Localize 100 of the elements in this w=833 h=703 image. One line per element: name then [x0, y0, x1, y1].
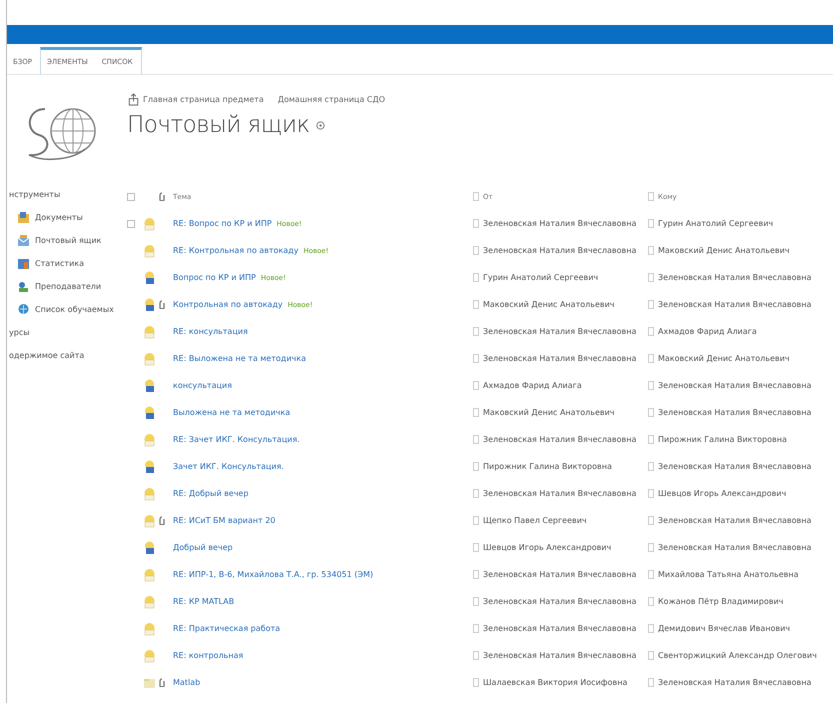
presence-icon	[473, 192, 479, 201]
person-name[interactable]: Зеленовская Наталия Вячеславовна	[658, 273, 812, 282]
message-link[interactable]: Matlab	[173, 678, 200, 687]
presence-icon	[648, 327, 654, 336]
nav-link[interactable]: Документы	[35, 213, 83, 222]
presence-icon	[473, 516, 479, 525]
person-name[interactable]: Зеленовская Наталия Вячеславовна	[658, 516, 812, 525]
presence-icon	[473, 273, 479, 282]
person-name[interactable]: Зеленовская Наталия Вячеславовна	[483, 354, 636, 363]
presence-icon	[648, 597, 654, 606]
nav-heading[interactable]: одержимое сайта	[9, 351, 84, 360]
upload-icon	[127, 93, 140, 106]
message-link[interactable]: RE: КР MATLAB	[173, 597, 234, 606]
person-name[interactable]: Зеленовская Наталия Вячеславовна	[483, 246, 636, 255]
presence-icon	[648, 624, 654, 633]
message-link[interactable]: RE: ИСиТ БМ вариант 20	[173, 516, 276, 525]
person-name[interactable]: Шевцов Игорь Александрович	[483, 543, 612, 552]
nav-link[interactable]: Статистика	[35, 259, 84, 268]
presence-icon	[473, 327, 479, 336]
person-name[interactable]: Шевцов Игорь Александрович	[658, 489, 786, 498]
paperclip-icon	[159, 192, 165, 201]
row-checkbox[interactable]	[127, 220, 135, 228]
message-link[interactable]: RE: Зачет ИКГ. Консультация.	[173, 435, 300, 444]
page-title: Почтовый ящик	[127, 112, 310, 138]
message-link[interactable]: RE: контрольная	[173, 651, 244, 660]
message-link[interactable]: RE: Вопрос по КР и ИПР	[173, 219, 272, 228]
select-all-checkbox[interactable]	[127, 192, 135, 200]
presence-icon	[648, 462, 654, 471]
person-name[interactable]: Зеленовская Наталия Вячеславовна	[483, 651, 636, 660]
message-link[interactable]: RE: Практическая работа	[173, 624, 280, 633]
person-name[interactable]: Зеленовская Наталия Вячеславовна	[483, 597, 636, 606]
nav-link[interactable]: Почтовый ящик	[35, 236, 102, 245]
person-name[interactable]: Зеленовская Наталия Вячеславовна	[483, 489, 636, 498]
message-link[interactable]: Выложена не та методичка	[173, 408, 290, 417]
person-name[interactable]: Демидович Вячеслав Иванович	[658, 624, 790, 633]
person-name[interactable]: Зеленовская Наталия Вячеславовна	[483, 435, 636, 444]
person-name[interactable]: Маковский Денис Анатольевич	[483, 300, 615, 309]
person-name[interactable]: Зеленовская Наталия Вячеславовна	[658, 300, 812, 309]
message-link[interactable]: RE: Контрольная по автокаду	[173, 246, 298, 255]
presence-icon	[473, 462, 479, 471]
nav-link[interactable]: Список обучаемых	[35, 305, 114, 314]
person-name[interactable]: Пирожник Галина Викторовна	[483, 462, 612, 471]
message-link[interactable]: RE: ИПР-1, В-6, Михайлова Т.А., гр. 534051 (ЭМ)	[173, 570, 374, 579]
presence-icon	[473, 624, 479, 633]
person-name[interactable]: Гурин Анатолий Сергеевич	[483, 273, 598, 282]
breadcrumb-link[interactable]: Домашняя страница СДО	[278, 95, 386, 104]
person-name[interactable]: Ахмадов Фарид Алиага	[483, 381, 582, 390]
message-link[interactable]: консультация	[173, 381, 232, 390]
nav-link[interactable]: Преподаватели	[35, 282, 102, 291]
presence-icon	[648, 678, 654, 687]
presence-icon	[473, 354, 479, 363]
presence-icon	[648, 381, 654, 390]
message-link[interactable]: RE: Добрый вечер	[173, 489, 248, 498]
nav-heading[interactable]: урсы	[9, 328, 30, 337]
message-link[interactable]: RE: Выложена не та методичка	[173, 354, 306, 363]
message-link[interactable]: Контрольная по автокаду	[173, 300, 283, 309]
person-name[interactable]: Зеленовская Наталия Вячеславовна	[658, 543, 812, 552]
person-name[interactable]: Щепко Павел Сергеевич	[483, 516, 587, 525]
message-link[interactable]: Добрый вечер	[173, 543, 233, 552]
person-name[interactable]: Зеленовская Наталия Вячеславовна	[483, 570, 636, 579]
person-name[interactable]: Пирожник Галина Викторовна	[658, 435, 787, 444]
presence-icon	[648, 651, 654, 660]
person-name[interactable]: Маковский Денис Анатольевич	[658, 246, 790, 255]
presence-icon	[473, 381, 479, 390]
person-name[interactable]: Маковский Денис Анатольевич	[658, 354, 790, 363]
presence-icon	[473, 435, 479, 444]
person-name[interactable]: Свенторжицкий Александр Олегович	[658, 651, 817, 660]
presence-icon	[473, 300, 479, 309]
person-name[interactable]: Зеленовская Наталия Вячеславовна	[658, 462, 812, 471]
person-name[interactable]: Ахмадов Фарид Алиага	[658, 327, 757, 336]
person-name[interactable]: Зеленовская Наталия Вячеславовна	[658, 381, 812, 390]
presence-icon	[648, 192, 654, 201]
presence-icon	[473, 408, 479, 417]
person-name[interactable]: Михайлова Татьяна Анатольевна	[658, 570, 799, 579]
breadcrumb-link[interactable]: Главная страница предмета	[143, 95, 264, 104]
message-link[interactable]: RE: консультация	[173, 327, 248, 336]
presence-icon	[473, 246, 479, 255]
person-name[interactable]: Зеленовская Наталия Вячеславовна	[483, 219, 636, 228]
message-link[interactable]: Вопрос по КР и ИПР	[173, 273, 256, 282]
person-name[interactable]: Маковский Денис Анатольевич	[483, 408, 615, 417]
presence-icon	[648, 408, 654, 417]
person-name[interactable]: Гурин Анатолий Сергеевич	[658, 219, 774, 228]
nav-heading[interactable]: нструменты	[9, 190, 60, 199]
presence-icon	[648, 219, 654, 228]
person-name[interactable]: Зеленовская Наталия Вячеславовна	[483, 624, 636, 633]
presence-icon	[473, 489, 479, 498]
presence-icon	[473, 651, 479, 660]
person-name[interactable]: Зеленовская Наталия Вячеславовна	[483, 327, 636, 336]
person-name[interactable]: Шалаевская Виктория Иосифовна	[483, 678, 628, 687]
presence-icon	[648, 246, 654, 255]
presence-icon	[648, 435, 654, 444]
presence-icon	[473, 543, 479, 552]
person-name[interactable]: Зеленовская Наталия Вячеславовна	[658, 678, 812, 687]
message-link[interactable]: Зачет ИКГ. Консультация.	[173, 462, 284, 471]
person-name[interactable]: Зеленовская Наталия Вячеславовна	[658, 408, 812, 417]
presence-icon	[648, 543, 654, 552]
people-icon	[17, 280, 30, 293]
person-name[interactable]: Кожанов Пётр Владимирович	[658, 597, 784, 606]
presence-icon	[473, 597, 479, 606]
mailbox-icon	[17, 234, 30, 247]
